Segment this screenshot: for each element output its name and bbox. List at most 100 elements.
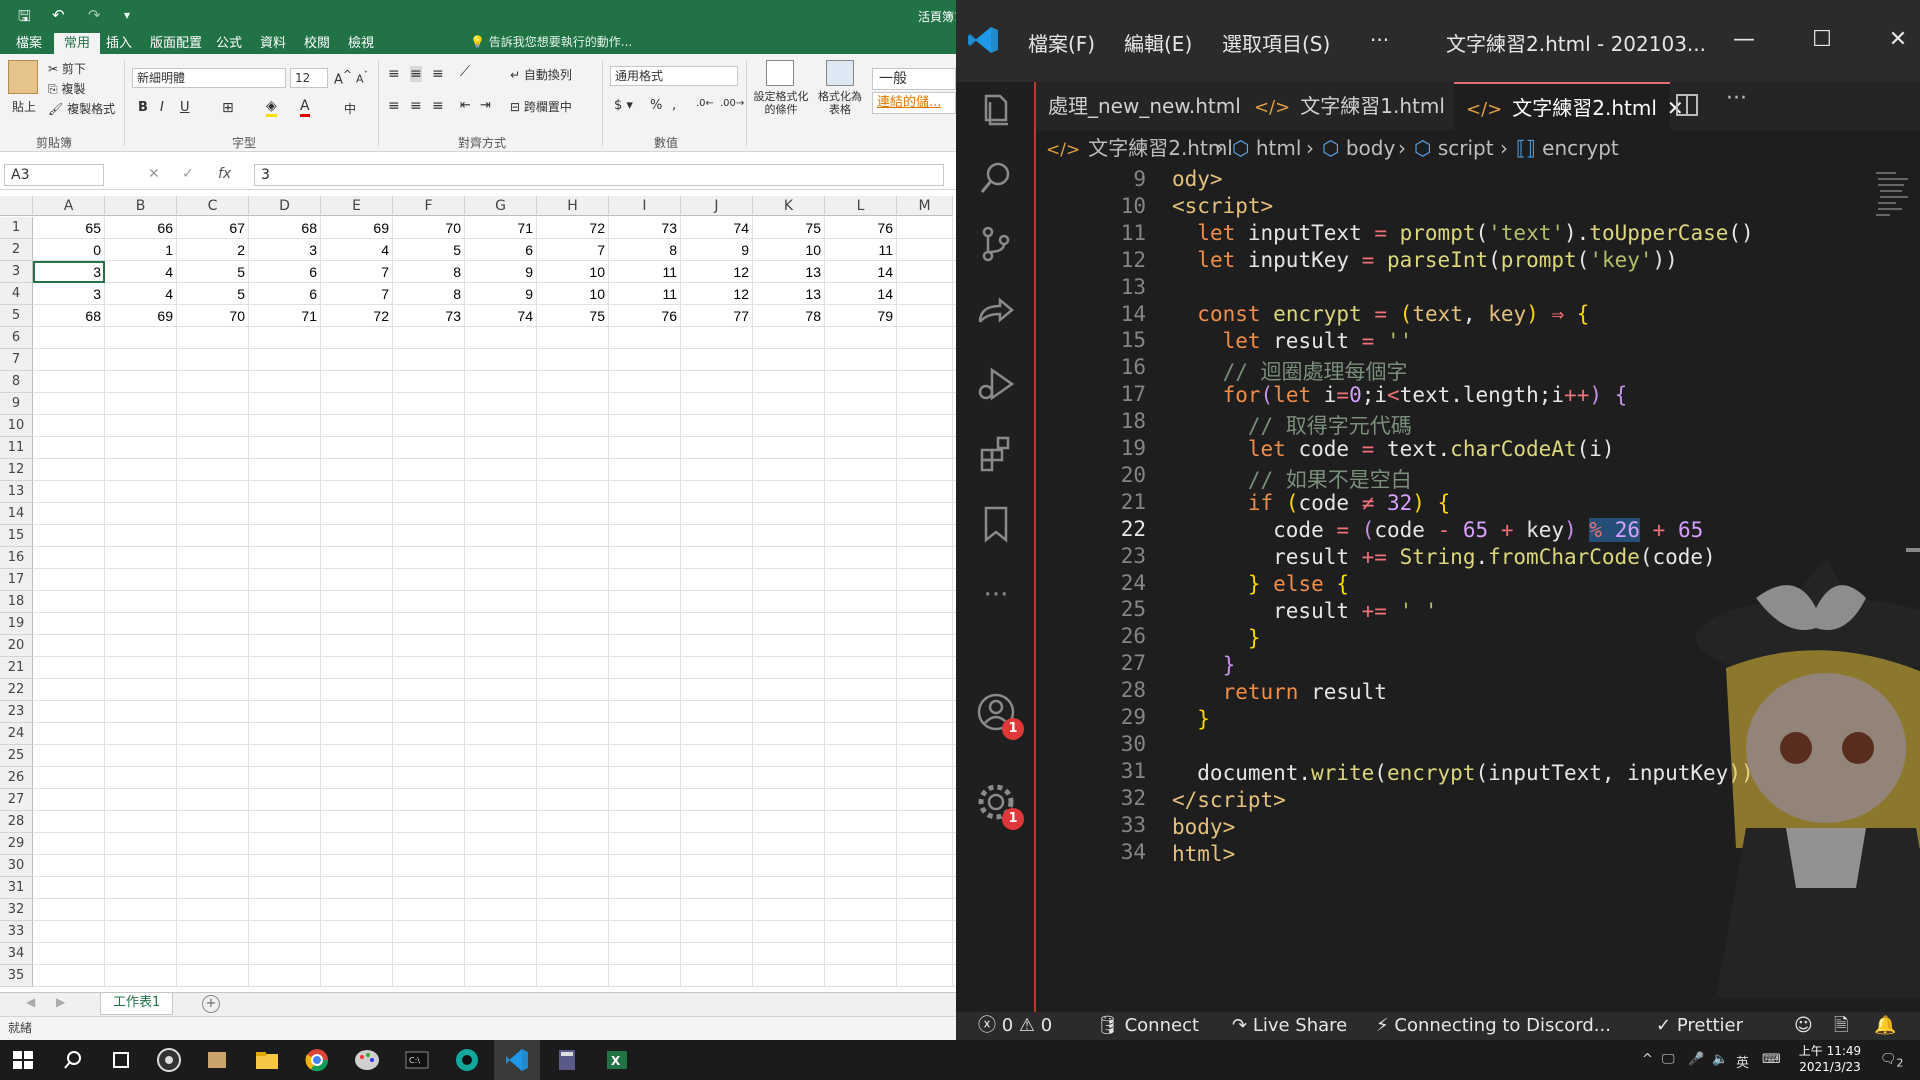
- grid-cell[interactable]: [537, 415, 609, 437]
- grid-cell[interactable]: [105, 899, 177, 921]
- prev-sheet-icon[interactable]: ◀: [26, 995, 35, 1009]
- grid-cell[interactable]: [681, 899, 753, 921]
- grid-cell[interactable]: [105, 371, 177, 393]
- grid-cell[interactable]: 11: [609, 261, 681, 283]
- grid-cell[interactable]: [825, 635, 897, 657]
- insert-function-icon[interactable]: fx: [218, 166, 231, 182]
- grid-cell[interactable]: 8: [393, 283, 465, 305]
- grid-cell[interactable]: [537, 613, 609, 635]
- grid-cell[interactable]: [33, 415, 105, 437]
- grid-cell[interactable]: [609, 943, 681, 965]
- grid-cell[interactable]: [393, 745, 465, 767]
- more-views-icon[interactable]: ···: [974, 580, 1018, 624]
- grid-cell[interactable]: [177, 679, 249, 701]
- row-header[interactable]: 19: [0, 613, 33, 635]
- row-header[interactable]: 10: [0, 415, 33, 437]
- grid-cell[interactable]: [33, 833, 105, 855]
- grid-cell[interactable]: [609, 723, 681, 745]
- underline-button[interactable]: U: [180, 100, 190, 115]
- breadcrumb-file[interactable]: </> 文字練習2.html: [1046, 130, 1233, 168]
- grid-cell[interactable]: [105, 569, 177, 591]
- grid-cell[interactable]: [33, 349, 105, 371]
- grid-cell[interactable]: [393, 767, 465, 789]
- grid-cell[interactable]: 7: [321, 261, 393, 283]
- grid-cell[interactable]: [465, 459, 537, 481]
- grid-cell[interactable]: [609, 899, 681, 921]
- grid-cell[interactable]: [753, 811, 825, 833]
- grid-cell[interactable]: [537, 327, 609, 349]
- breadcrumb-encrypt[interactable]: ⟦⟧ encrypt: [1516, 130, 1619, 166]
- grid-cell[interactable]: 10: [753, 239, 825, 261]
- grid-cell[interactable]: [321, 613, 393, 635]
- grid-cell[interactable]: 74: [465, 305, 537, 327]
- grid-cell[interactable]: [537, 437, 609, 459]
- grid-cell[interactable]: [753, 899, 825, 921]
- grid-cell[interactable]: [681, 701, 753, 723]
- row-header[interactable]: 1: [0, 217, 33, 239]
- grid-cell[interactable]: [825, 701, 897, 723]
- grid-cell[interactable]: [177, 965, 249, 987]
- grid-cell[interactable]: 4: [321, 239, 393, 261]
- grid-cell[interactable]: [609, 591, 681, 613]
- search-taskbar-icon[interactable]: [58, 1046, 88, 1074]
- grid-cell[interactable]: [33, 569, 105, 591]
- grid-cell[interactable]: [177, 503, 249, 525]
- grid-cell[interactable]: [681, 789, 753, 811]
- row-header[interactable]: 33: [0, 921, 33, 943]
- tell-me-box[interactable]: 💡 告訴我您想要執行的動作...: [470, 33, 632, 50]
- grid-cell[interactable]: [321, 371, 393, 393]
- ime-indicator[interactable]: 英: [1736, 1052, 1749, 1071]
- grid-cell[interactable]: [897, 547, 953, 569]
- tab-file[interactable]: 檔案: [6, 33, 52, 54]
- grid-cell[interactable]: [321, 745, 393, 767]
- row-header[interactable]: 4: [0, 283, 33, 305]
- grid-cell[interactable]: [681, 723, 753, 745]
- grid-cell[interactable]: [609, 679, 681, 701]
- format-as-table-button[interactable]: 格式化為表格: [814, 90, 866, 116]
- sheet-tab[interactable]: 工作表1: [100, 993, 174, 1015]
- grid-cell[interactable]: [537, 371, 609, 393]
- grid-cell[interactable]: [609, 833, 681, 855]
- code-editor[interactable]: 9 10 11 12 13 14 15 16 17 18 19 20 21 22 23 24 25 26 27 28 2…: [1036, 168, 1920, 1012]
- live-share-button[interactable]: ↷ Live Share: [1232, 1012, 1347, 1040]
- decrease-font-icon[interactable]: Aˇ: [356, 70, 368, 86]
- grid-cell[interactable]: [537, 943, 609, 965]
- grid-cell[interactable]: [537, 591, 609, 613]
- grid-cell[interactable]: 71: [249, 305, 321, 327]
- grid-cell[interactable]: [465, 371, 537, 393]
- grid-cell[interactable]: [465, 679, 537, 701]
- grid-cell[interactable]: [321, 393, 393, 415]
- grid-cell[interactable]: [105, 459, 177, 481]
- grid-cell[interactable]: 3: [249, 239, 321, 261]
- grid-cell[interactable]: [105, 547, 177, 569]
- borders-icon[interactable]: ⊞: [222, 100, 234, 116]
- grid-cell[interactable]: [609, 855, 681, 877]
- grid-cell[interactable]: [105, 745, 177, 767]
- grid-cell[interactable]: [465, 613, 537, 635]
- obs-icon[interactable]: [154, 1046, 184, 1074]
- grid-cell[interactable]: [609, 613, 681, 635]
- grid-cell[interactable]: [321, 943, 393, 965]
- grid-cell[interactable]: [681, 415, 753, 437]
- increase-font-icon[interactable]: A^: [334, 68, 352, 87]
- grid-cell[interactable]: [393, 701, 465, 723]
- decrease-decimal-icon[interactable]: .00→: [720, 98, 744, 109]
- task-view-icon[interactable]: [106, 1046, 136, 1074]
- grid-cell[interactable]: [825, 327, 897, 349]
- merge-center-button[interactable]: ⊟ 跨欄置中: [510, 98, 572, 115]
- row-header[interactable]: 7: [0, 349, 33, 371]
- grid-cell[interactable]: [465, 569, 537, 591]
- grid-cell[interactable]: [537, 569, 609, 591]
- grid-cell[interactable]: 69: [321, 217, 393, 239]
- grid-cell[interactable]: [753, 657, 825, 679]
- grid-cell[interactable]: [897, 899, 953, 921]
- grid-cell[interactable]: [681, 965, 753, 987]
- grid-cell[interactable]: [609, 965, 681, 987]
- row-header[interactable]: 26: [0, 767, 33, 789]
- grid-cell[interactable]: [321, 921, 393, 943]
- grid-cell[interactable]: [753, 877, 825, 899]
- grid-cell[interactable]: [897, 943, 953, 965]
- column-header[interactable]: D: [249, 196, 321, 216]
- grid-cell[interactable]: [249, 767, 321, 789]
- grid-cell[interactable]: [321, 657, 393, 679]
